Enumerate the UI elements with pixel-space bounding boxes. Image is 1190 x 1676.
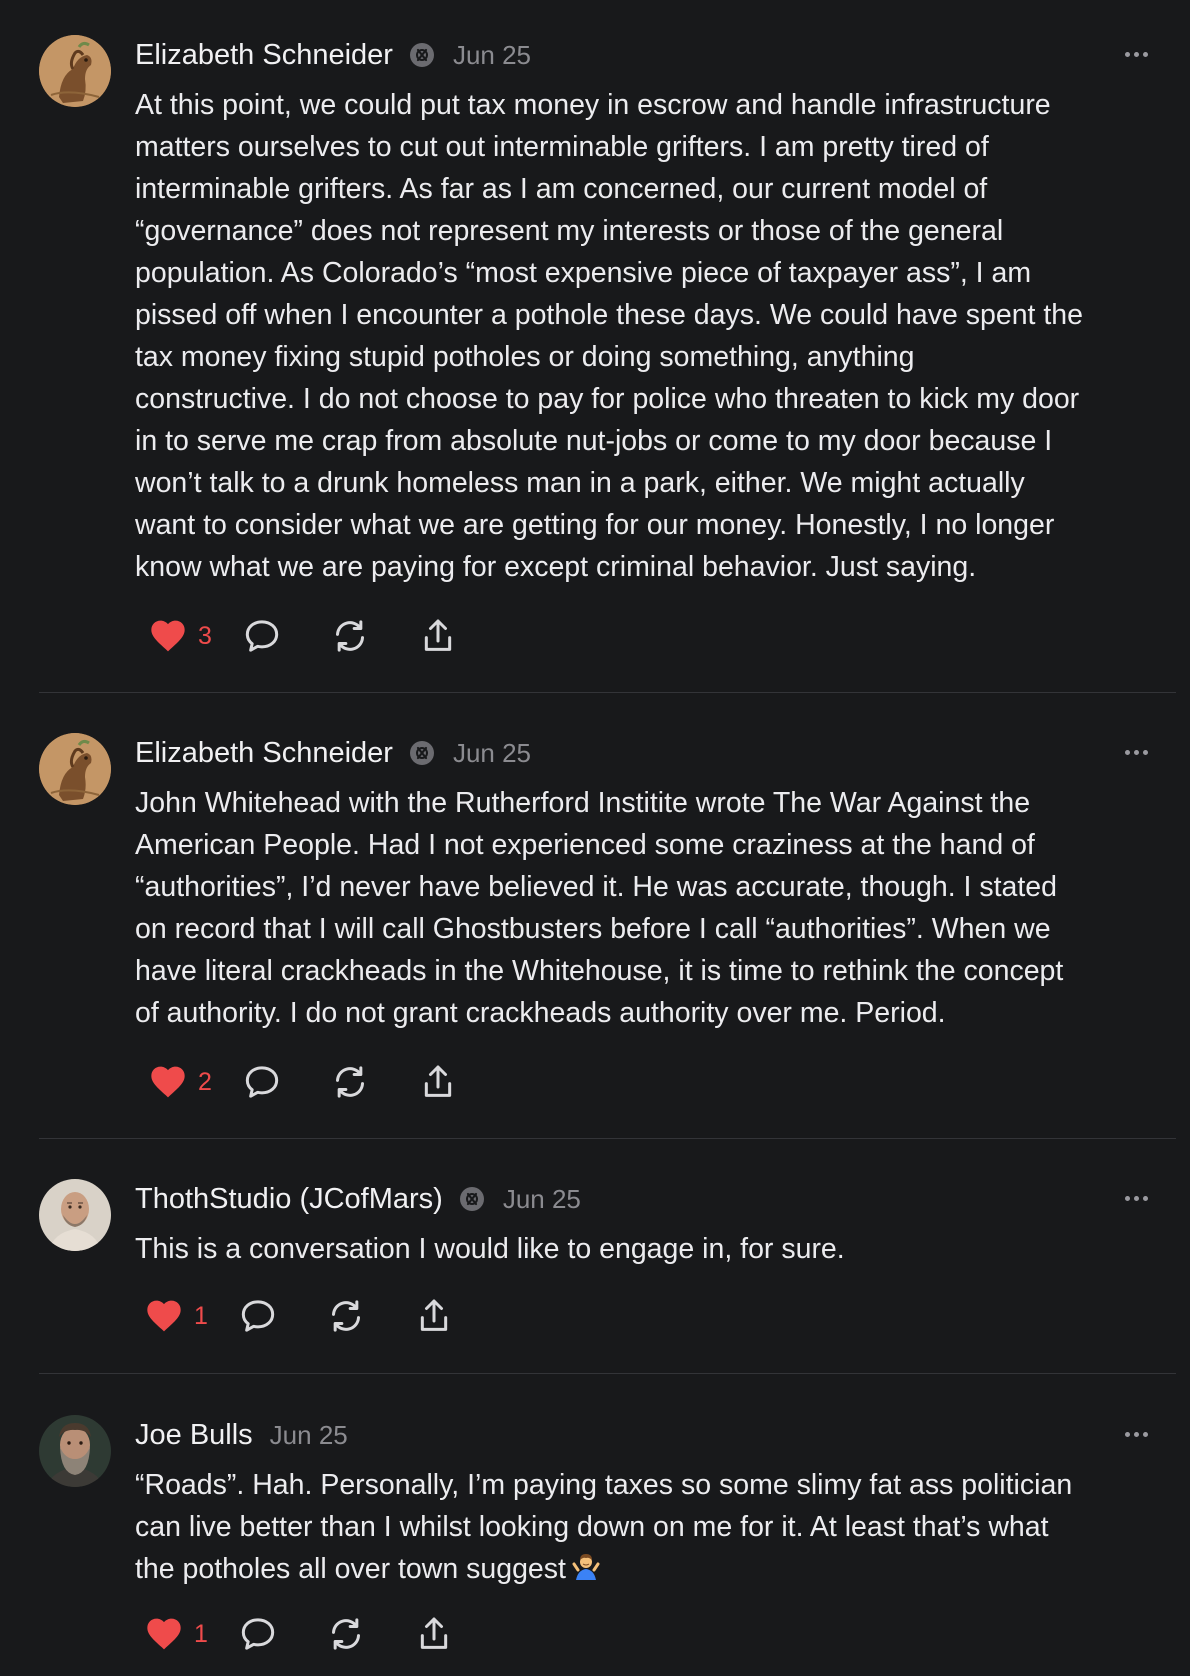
repost-icon [330, 616, 370, 656]
heart-icon [148, 1062, 188, 1102]
post-date[interactable]: Jun 25 [453, 738, 531, 769]
share-button[interactable] [414, 1612, 454, 1656]
like-button[interactable]: 1 [144, 1294, 238, 1338]
reply-button[interactable] [238, 1612, 278, 1656]
heart-icon [144, 1614, 184, 1654]
like-count: 1 [194, 1301, 208, 1330]
action-bar: 2 [148, 1060, 458, 1104]
like-count: 2 [198, 1067, 212, 1096]
speech-bubble-icon [238, 1614, 278, 1654]
person-shrugging-emoji [570, 1550, 602, 1582]
speech-bubble-icon [242, 1062, 282, 1102]
share-icon [418, 616, 458, 656]
post-date[interactable]: Jun 25 [270, 1420, 348, 1451]
share-button[interactable] [414, 1294, 454, 1338]
verified-badge-icon [409, 740, 435, 766]
post-header: Joe Bulls Jun 25 [135, 1415, 348, 1455]
post: Elizabeth Schneider Jun 25 At this point… [0, 0, 1190, 692]
post-text: “Roads”. Hah. Personally, I’m paying tax… [135, 1464, 1180, 1590]
like-count: 3 [198, 621, 212, 650]
post-header: Elizabeth Schneider Jun 25 [135, 733, 531, 773]
verified-badge-icon [409, 42, 435, 68]
repost-button[interactable] [330, 614, 370, 658]
post-text: John Whitehead with the Rutherford Insti… [135, 787, 1064, 1029]
author-name[interactable]: Elizabeth Schneider [135, 737, 393, 770]
like-count: 1 [194, 1619, 208, 1648]
more-options-icon[interactable] [1114, 44, 1158, 64]
bald-man-avatar[interactable] [39, 1179, 111, 1251]
post-text: At this point, we could put tax money in… [135, 89, 1084, 583]
repost-icon [330, 1062, 370, 1102]
like-button[interactable]: 2 [148, 1060, 242, 1104]
reply-button[interactable] [242, 1060, 282, 1104]
share-icon [414, 1614, 454, 1654]
post-header: Elizabeth Schneider Jun 25 [135, 35, 531, 75]
more-options-icon[interactable] [1114, 1188, 1158, 1208]
speech-bubble-icon [242, 616, 282, 656]
repost-button[interactable] [330, 1060, 370, 1104]
post-text: This is a conversation I would like to e… [135, 1233, 845, 1265]
speech-bubble-icon [238, 1296, 278, 1336]
post-text-content: “Roads”. Hah. Personally, I’m paying tax… [135, 1469, 1073, 1585]
share-button[interactable] [418, 614, 458, 658]
heart-icon [148, 616, 188, 656]
more-options-icon[interactable] [1114, 742, 1158, 762]
author-name[interactable]: Joe Bulls [135, 1419, 253, 1452]
divider [39, 692, 1176, 693]
horse-avatar[interactable] [39, 35, 111, 107]
action-bar: 3 [148, 614, 458, 658]
verified-badge-icon [459, 1186, 485, 1212]
action-bar: 1 [144, 1612, 454, 1656]
reply-feed: Elizabeth Schneider Jun 25 At this point… [0, 0, 1190, 1676]
post: Joe Bulls Jun 25 “Roads”. Hah. Personall… [0, 1380, 1190, 1676]
like-button[interactable]: 1 [144, 1612, 238, 1656]
author-name[interactable]: Elizabeth Schneider [135, 39, 393, 72]
share-button[interactable] [418, 1060, 458, 1104]
reply-button[interactable] [242, 614, 282, 658]
repost-button[interactable] [326, 1612, 366, 1656]
bearded-man-avatar[interactable] [39, 1415, 111, 1487]
post-date[interactable]: Jun 25 [453, 40, 531, 71]
share-icon [418, 1062, 458, 1102]
post-header: ThothStudio (JCofMars) Jun 25 [135, 1179, 581, 1219]
action-bar: 1 [144, 1294, 454, 1338]
post-date[interactable]: Jun 25 [503, 1184, 581, 1215]
repost-icon [326, 1614, 366, 1654]
repost-icon [326, 1296, 366, 1336]
repost-button[interactable] [326, 1294, 366, 1338]
more-options-icon[interactable] [1114, 1424, 1158, 1444]
share-icon [414, 1296, 454, 1336]
heart-icon [144, 1296, 184, 1336]
post: Elizabeth Schneider Jun 25 John Whitehea… [0, 698, 1190, 1138]
divider [39, 1373, 1176, 1374]
author-name[interactable]: ThothStudio (JCofMars) [135, 1183, 443, 1216]
horse-avatar[interactable] [39, 733, 111, 805]
like-button[interactable]: 3 [148, 614, 242, 658]
reply-button[interactable] [238, 1294, 278, 1338]
post: ThothStudio (JCofMars) Jun 25 This is a … [0, 1144, 1190, 1372]
divider [39, 1138, 1176, 1139]
